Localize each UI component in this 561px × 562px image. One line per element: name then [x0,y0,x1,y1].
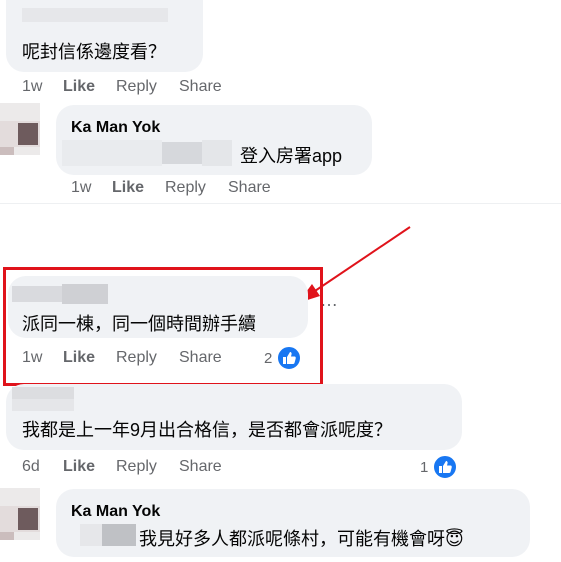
comment-author[interactable]: Ka Man Yok [71,119,160,137]
timestamp[interactable]: 6d [22,458,40,476]
blurred-text [62,140,232,166]
like-thumb-icon[interactable] [433,455,457,479]
share-button[interactable]: Share [179,78,222,96]
comment-actions: 1w Like Reply Share [0,179,300,201]
like-button[interactable]: Like [63,78,95,96]
reply-button[interactable]: Reply [116,78,157,96]
share-button[interactable]: Share [228,179,271,197]
comment-author[interactable]: Ka Man Yok [71,503,160,521]
blurred-author-name [12,387,74,411]
red-highlight-box [3,267,323,386]
like-button[interactable]: Like [112,179,144,197]
comment-actions: 1w Like Reply Share [0,78,300,100]
halo-emoji-icon: 😇 [445,529,464,549]
blurred-author-name [22,8,168,22]
comment-actions: 6d Like Reply Share [0,458,300,480]
comment-text: 我見好多人都派呢條村，可能有機會呀😇 [139,529,464,549]
avatar[interactable] [0,488,40,540]
like-button[interactable]: Like [63,458,95,476]
comment-text: 我都是上一年9月出合格信，是否都會派呢度？ [22,420,393,440]
blurred-text [80,524,136,546]
avatar[interactable] [0,103,40,155]
reply-button[interactable]: Reply [116,458,157,476]
timestamp[interactable]: 1w [22,78,42,96]
reaction-count[interactable]: 1 [420,459,428,476]
comment-text: 登入房署app [240,146,343,166]
share-button[interactable]: Share [179,458,222,476]
timestamp[interactable]: 1w [71,179,91,197]
divider [0,203,561,204]
comment-text: 呢封信係邊度看？ [22,42,166,62]
reply-button[interactable]: Reply [165,179,206,197]
